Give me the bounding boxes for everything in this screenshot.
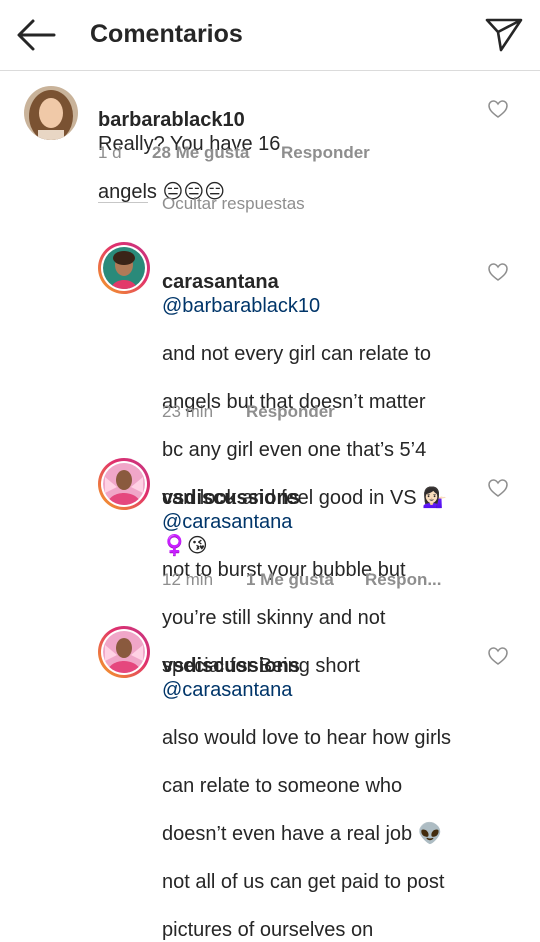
- likes-count[interactable]: 28 Me gusta: [152, 143, 249, 163]
- heart-icon[interactable]: [488, 479, 508, 497]
- mention-link[interactable]: @carasantana: [162, 511, 292, 533]
- reply-username[interactable]: vsdiscussions: [162, 487, 300, 509]
- avatar[interactable]: [98, 458, 150, 510]
- avatar[interactable]: [24, 86, 78, 140]
- avatar-photo: [103, 463, 145, 505]
- reply-text-line: you’re still skinny and not: [162, 607, 386, 629]
- reply-button[interactable]: Responder: [281, 143, 370, 163]
- reply-text-line: and not every girl can relate to: [162, 343, 432, 365]
- reply-time: 23 min: [162, 402, 214, 421]
- divider: [98, 202, 148, 203]
- paper-plane-icon[interactable]: [484, 16, 524, 52]
- reply-text-line: can relate to someone who: [162, 775, 403, 797]
- mention-link[interactable]: @carasantana: [162, 679, 292, 701]
- reply-button[interactable]: Responder: [246, 402, 335, 422]
- hide-replies-button[interactable]: Ocultar respuestas: [162, 194, 305, 214]
- reply-username[interactable]: vsdiscussions: [162, 655, 300, 677]
- reply-time: 12 min: [162, 570, 214, 589]
- avatar-photo: [103, 631, 145, 673]
- reply-text-line: not all of us can get paid to post: [162, 871, 445, 893]
- avatar[interactable]: [98, 626, 150, 678]
- comment-meta: 1 d: [98, 143, 122, 163]
- mention-link[interactable]: @barbarablack10: [162, 295, 320, 317]
- heart-icon[interactable]: [488, 100, 508, 118]
- avatar[interactable]: [98, 242, 150, 294]
- page-title: Comentarios: [90, 20, 243, 48]
- avatar-photo: [103, 247, 145, 289]
- reply-text-line: bc any girl even one that’s 5’4: [162, 439, 427, 461]
- heart-icon[interactable]: [488, 647, 508, 665]
- top-bar: Comentarios: [0, 0, 540, 71]
- reply-username[interactable]: carasantana: [162, 271, 279, 293]
- reply-button[interactable]: Respon...: [365, 570, 442, 590]
- comment-username[interactable]: barbarablack10: [98, 109, 245, 131]
- heart-icon[interactable]: [488, 263, 508, 281]
- likes-count[interactable]: 1 Me gusta: [246, 570, 334, 590]
- comment-time: 1 d: [98, 143, 122, 162]
- reply-text-line: pictures of ourselves on: [162, 919, 374, 941]
- avatar-photo: [24, 86, 78, 140]
- reply-text-line: also would love to hear how girls: [162, 727, 452, 749]
- reply-text-line: doesn’t even have a real job 👽: [162, 823, 443, 845]
- reply-body: vsdiscussions @carasantana also would lo…: [162, 630, 492, 942]
- arrow-left-icon[interactable]: [16, 18, 56, 52]
